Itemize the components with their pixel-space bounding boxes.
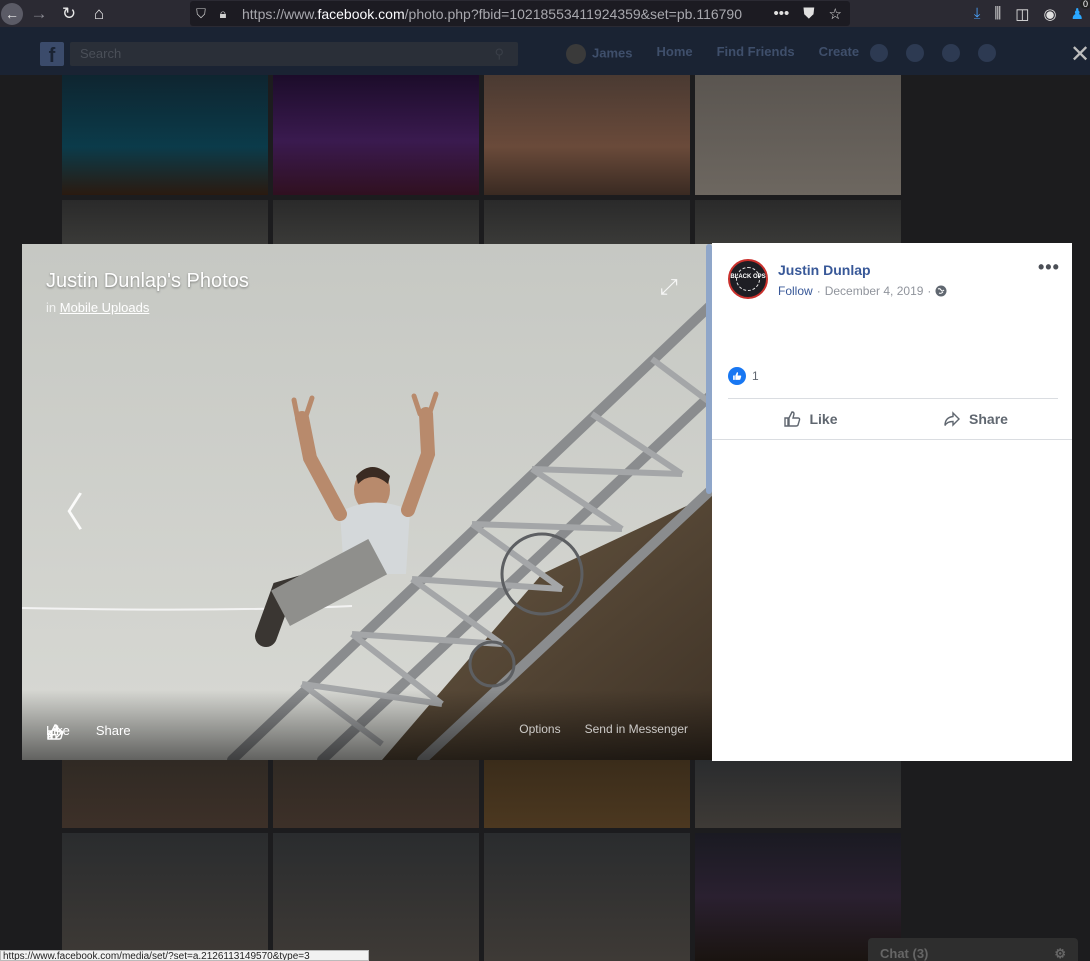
reactions-summary[interactable]: 1 — [728, 367, 759, 385]
fb-nav-find-friends: Find Friends — [716, 44, 795, 59]
send-in-messenger-link[interactable]: Send in Messenger — [585, 722, 688, 736]
status-bar-link: https://www.facebook.com/media/set/?set=… — [0, 950, 369, 961]
close-icon[interactable]: ✕ — [1070, 40, 1090, 69]
library-icon[interactable]: ⫼ — [994, 5, 1001, 22]
facebook-logo-icon: f — [40, 42, 64, 67]
browser-toolbar: ← → ↻ ⌂ ⛉ 🔒︎ https://www.facebook.com/ph… — [0, 0, 1090, 27]
photo-actions: Like Share — [46, 723, 131, 740]
notifications-icon — [942, 44, 960, 62]
messenger-icon — [906, 44, 924, 62]
globe-icon[interactable] — [935, 285, 947, 297]
post-date-link[interactable]: December 4, 2019 — [825, 284, 924, 298]
arrow-left-icon: ← — [1, 2, 23, 25]
divider — [712, 439, 1072, 440]
grid-photo — [273, 833, 479, 961]
back-button[interactable]: ← — [0, 0, 24, 27]
album-link[interactable]: Mobile Uploads — [60, 300, 150, 315]
post-actions: Like Share — [728, 400, 1058, 438]
grid-photo — [62, 75, 268, 195]
search-icon: ⚲ — [494, 46, 504, 61]
friends-icon — [870, 44, 888, 62]
grid-photo — [484, 200, 690, 245]
grid-photo — [273, 200, 479, 245]
follow-button[interactable]: Follow — [778, 284, 813, 298]
previous-photo-chevron-icon[interactable]: 〈 — [44, 480, 84, 538]
post-side-panel: BLACK OPS Justin Dunlap Follow · Decembe… — [712, 243, 1072, 761]
album-title: Justin Dunlap's Photos — [46, 270, 249, 292]
fb-nav-create: Create — [818, 44, 860, 59]
home-icon: ⌂ — [93, 3, 105, 23]
avatar-logo-text: BLACK OPS — [730, 274, 766, 280]
grid-photo — [484, 760, 690, 828]
photo-image — [22, 244, 712, 760]
chat-bar[interactable]: Chat (3) ⚙ — [868, 938, 1078, 961]
avatar — [566, 44, 586, 64]
page-actions-button[interactable]: ••• — [774, 5, 790, 22]
shield-icon[interactable]: ⛉ — [190, 6, 212, 22]
thumbs-up-icon — [784, 411, 801, 427]
url-text[interactable]: https://www.facebook.com/photo.php?fbid=… — [242, 6, 752, 22]
album-subtitle: in Mobile Uploads — [46, 300, 150, 315]
extension-badge: 0 — [1079, 0, 1090, 9]
grid-photo — [273, 760, 479, 828]
extension-icon[interactable]: ♟ 0 — [1071, 0, 1090, 23]
home-button[interactable]: ⌂ — [84, 0, 114, 27]
share-arrow-icon — [944, 411, 961, 427]
options-link[interactable]: Options — [519, 722, 560, 736]
poster-name-link[interactable]: Justin Dunlap — [778, 262, 871, 278]
help-icon — [978, 44, 996, 62]
fb-search-input: Search ⚲ — [70, 42, 518, 66]
reload-icon: ↻ — [61, 3, 77, 23]
fb-nav-profile: James — [566, 44, 632, 64]
divider — [728, 398, 1058, 399]
grid-photo — [484, 833, 690, 961]
sidebar-icon[interactable]: ◫ — [1015, 5, 1029, 23]
fb-header-icons — [870, 44, 996, 62]
post-meta: Follow · December 4, 2019 · — [778, 284, 947, 298]
photo-viewer[interactable]: Justin Dunlap's Photos in Mobile Uploads… — [22, 244, 712, 760]
grid-photo — [484, 75, 690, 195]
lock-icon[interactable]: 🔒︎ — [212, 6, 234, 22]
photo-share-button[interactable]: Share — [47, 723, 131, 740]
poster-avatar[interactable]: BLACK OPS — [728, 259, 768, 299]
like-reaction-icon — [728, 367, 746, 385]
post-like-button[interactable]: Like — [728, 400, 893, 438]
grid-photo — [695, 200, 901, 245]
fb-nav: James Home Find Friends Create — [566, 44, 859, 64]
grid-photo — [695, 75, 901, 195]
download-icon[interactable]: ⤓ — [974, 5, 981, 22]
fb-nav-home: Home — [656, 44, 693, 59]
facebook-header: f Search ⚲ James Home Find Friends Create — [0, 27, 1090, 75]
chat-settings-icon[interactable]: ⚙ — [1054, 946, 1066, 961]
arrow-right-icon: → — [30, 3, 48, 23]
fullscreen-expand-icon[interactable]: ⤢ — [660, 274, 678, 300]
grid-photo — [62, 200, 268, 245]
reload-button[interactable]: ↻ — [54, 0, 84, 27]
reaction-count: 1 — [752, 369, 759, 383]
address-bar[interactable]: ⛉ 🔒︎ https://www.facebook.com/photo.php?… — [190, 1, 850, 26]
pocket-icon[interactable]: ⛊ — [803, 5, 814, 22]
grid-photo — [62, 760, 268, 828]
grid-photo — [62, 833, 268, 961]
share-arrow-icon — [47, 724, 63, 740]
account-icon[interactable]: ◉ — [1043, 5, 1056, 23]
grid-photo — [695, 760, 901, 828]
grid-photo — [273, 75, 479, 195]
photo-secondary-actions: Options Send in Messenger — [519, 722, 688, 736]
more-options-icon[interactable]: ••• — [1038, 257, 1060, 278]
forward-button[interactable]: → — [24, 0, 54, 27]
post-share-button[interactable]: Share — [893, 400, 1058, 438]
bookmark-star-icon[interactable]: ☆ — [829, 5, 842, 23]
